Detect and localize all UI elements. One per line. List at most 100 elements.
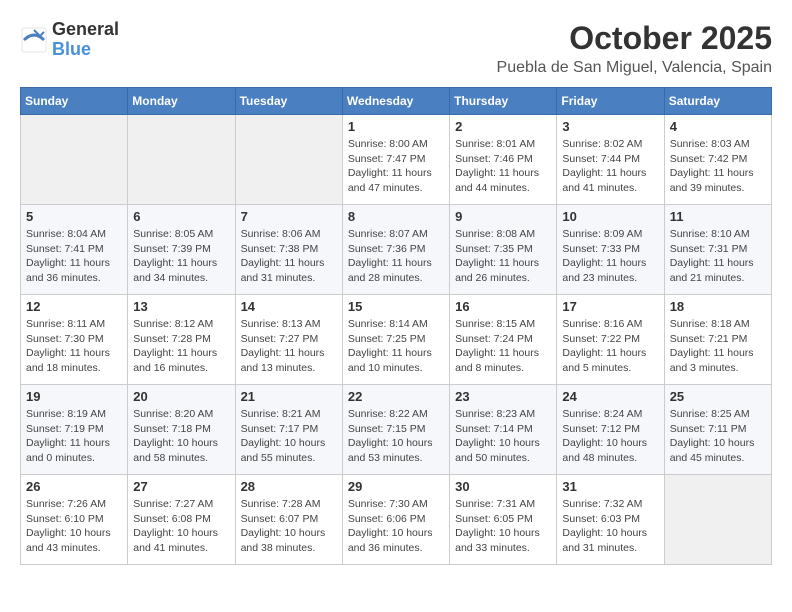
weekday-header-row: SundayMondayTuesdayWednesdayThursdayFrid… [21, 88, 772, 115]
day-number: 12 [26, 299, 122, 314]
calendar-cell: 20Sunrise: 8:20 AM Sunset: 7:18 PM Dayli… [128, 385, 235, 475]
day-info: Sunrise: 8:19 AM Sunset: 7:19 PM Dayligh… [26, 407, 122, 466]
calendar-cell: 7Sunrise: 8:06 AM Sunset: 7:38 PM Daylig… [235, 205, 342, 295]
day-number: 9 [455, 209, 551, 224]
day-number: 5 [26, 209, 122, 224]
day-info: Sunrise: 7:27 AM Sunset: 6:08 PM Dayligh… [133, 497, 229, 556]
day-info: Sunrise: 8:05 AM Sunset: 7:39 PM Dayligh… [133, 227, 229, 286]
day-info: Sunrise: 8:04 AM Sunset: 7:41 PM Dayligh… [26, 227, 122, 286]
calendar-cell: 21Sunrise: 8:21 AM Sunset: 7:17 PM Dayli… [235, 385, 342, 475]
day-number: 28 [241, 479, 337, 494]
calendar-cell: 9 Sunrise: 8:08 AM Sunset: 7:35 PM Daylig… [450, 205, 557, 295]
day-number: 10 [562, 209, 658, 224]
calendar-cell [128, 115, 235, 205]
calendar-cell: 11 Sunrise: 8:10 AM Sunset: 7:31 PM Dayli… [664, 205, 771, 295]
calendar-cell: 24 Sunrise: 8:24 AM Sunset: 7:12 PM Dayli… [557, 385, 664, 475]
day-number: 11 [670, 209, 766, 224]
day-number: 8 [348, 209, 444, 224]
day-info: Sunrise: 8:03 AM Sunset: 7:42 PM Dayligh… [670, 137, 766, 196]
calendar-cell [235, 115, 342, 205]
page-header: General Blue October 2025 Puebla de San … [20, 20, 772, 77]
day-number: 15 [348, 299, 444, 314]
week-row-2: 5 Sunrise: 8:04 AM Sunset: 7:41 PM Daylig… [21, 205, 772, 295]
weekday-header-tuesday: Tuesday [235, 88, 342, 115]
day-info: Sunrise: 8:12 AM Sunset: 7:28 PM Dayligh… [133, 317, 229, 376]
calendar-cell: 19Sunrise: 8:19 AM Sunset: 7:19 PM Dayli… [21, 385, 128, 475]
day-number: 27 [133, 479, 229, 494]
calendar-cell [664, 475, 771, 565]
day-info: Sunrise: 7:28 AM Sunset: 6:07 PM Dayligh… [241, 497, 337, 556]
calendar-cell: 14 Sunrise: 8:13 AM Sunset: 7:27 PM Dayli… [235, 295, 342, 385]
calendar-cell: 22Sunrise: 8:22 AM Sunset: 7:15 PM Dayli… [342, 385, 449, 475]
day-number: 26 [26, 479, 122, 494]
week-row-3: 12Sunrise: 8:11 AM Sunset: 7:30 PM Dayli… [21, 295, 772, 385]
day-number: 31 [562, 479, 658, 494]
calendar-cell: 8 Sunrise: 8:07 AM Sunset: 7:36 PM Daylig… [342, 205, 449, 295]
calendar-cell: 12Sunrise: 8:11 AM Sunset: 7:30 PM Dayli… [21, 295, 128, 385]
day-number: 24 [562, 389, 658, 404]
week-row-5: 26Sunrise: 7:26 AM Sunset: 6:10 PM Dayli… [21, 475, 772, 565]
calendar-cell: 29Sunrise: 7:30 AM Sunset: 6:06 PM Dayli… [342, 475, 449, 565]
day-number: 23 [455, 389, 551, 404]
day-number: 7 [241, 209, 337, 224]
calendar-cell: 17Sunrise: 8:16 AM Sunset: 7:22 PM Dayli… [557, 295, 664, 385]
day-number: 4 [670, 119, 766, 134]
calendar-cell [21, 115, 128, 205]
day-number: 2 [455, 119, 551, 134]
weekday-header-thursday: Thursday [450, 88, 557, 115]
logo-general: General [52, 20, 119, 40]
calendar-cell: 27 Sunrise: 7:27 AM Sunset: 6:08 PM Dayli… [128, 475, 235, 565]
calendar-table: SundayMondayTuesdayWednesdayThursdayFrid… [20, 87, 772, 565]
title-block: October 2025 Puebla de San Miguel, Valen… [497, 20, 772, 77]
day-info: Sunrise: 8:09 AM Sunset: 7:33 PM Dayligh… [562, 227, 658, 286]
day-info: Sunrise: 8:16 AM Sunset: 7:22 PM Dayligh… [562, 317, 658, 376]
day-number: 30 [455, 479, 551, 494]
day-number: 25 [670, 389, 766, 404]
day-info: Sunrise: 8:01 AM Sunset: 7:46 PM Dayligh… [455, 137, 551, 196]
day-number: 16 [455, 299, 551, 314]
month-title: October 2025 [497, 20, 772, 57]
week-row-4: 19Sunrise: 8:19 AM Sunset: 7:19 PM Dayli… [21, 385, 772, 475]
calendar-cell: 30 Sunrise: 7:31 AM Sunset: 6:05 PM Dayli… [450, 475, 557, 565]
calendar-cell: 18 Sunrise: 8:18 AM Sunset: 7:21 PM Dayli… [664, 295, 771, 385]
calendar-cell: 25 Sunrise: 8:25 AM Sunset: 7:11 PM Dayli… [664, 385, 771, 475]
calendar-cell: 16 Sunrise: 8:15 AM Sunset: 7:24 PM Dayli… [450, 295, 557, 385]
day-info: Sunrise: 8:18 AM Sunset: 7:21 PM Dayligh… [670, 317, 766, 376]
day-info: Sunrise: 8:02 AM Sunset: 7:44 PM Dayligh… [562, 137, 658, 196]
logo: General Blue [20, 20, 119, 60]
day-number: 20 [133, 389, 229, 404]
day-info: Sunrise: 8:23 AM Sunset: 7:14 PM Dayligh… [455, 407, 551, 466]
calendar-cell: 23 Sunrise: 8:23 AM Sunset: 7:14 PM Dayli… [450, 385, 557, 475]
day-info: Sunrise: 8:08 AM Sunset: 7:35 PM Dayligh… [455, 227, 551, 286]
day-info: Sunrise: 8:07 AM Sunset: 7:36 PM Dayligh… [348, 227, 444, 286]
calendar-cell: 2 Sunrise: 8:01 AM Sunset: 7:46 PM Daylig… [450, 115, 557, 205]
day-info: Sunrise: 7:30 AM Sunset: 6:06 PM Dayligh… [348, 497, 444, 556]
logo-text: General Blue [52, 20, 119, 60]
day-number: 1 [348, 119, 444, 134]
day-info: Sunrise: 8:13 AM Sunset: 7:27 PM Dayligh… [241, 317, 337, 376]
day-number: 18 [670, 299, 766, 314]
day-number: 3 [562, 119, 658, 134]
day-number: 13 [133, 299, 229, 314]
location: Puebla de San Miguel, Valencia, Spain [497, 59, 772, 77]
weekday-header-saturday: Saturday [664, 88, 771, 115]
day-info: Sunrise: 7:31 AM Sunset: 6:05 PM Dayligh… [455, 497, 551, 556]
week-row-1: 1 Sunrise: 8:00 AM Sunset: 7:47 PM Daylig… [21, 115, 772, 205]
calendar-cell: 31 Sunrise: 7:32 AM Sunset: 6:03 PM Dayli… [557, 475, 664, 565]
day-number: 21 [241, 389, 337, 404]
day-info: Sunrise: 8:24 AM Sunset: 7:12 PM Dayligh… [562, 407, 658, 466]
day-info: Sunrise: 8:25 AM Sunset: 7:11 PM Dayligh… [670, 407, 766, 466]
day-number: 14 [241, 299, 337, 314]
weekday-header-friday: Friday [557, 88, 664, 115]
calendar-cell: 10 Sunrise: 8:09 AM Sunset: 7:33 PM Dayli… [557, 205, 664, 295]
weekday-header-sunday: Sunday [21, 88, 128, 115]
day-info: Sunrise: 8:10 AM Sunset: 7:31 PM Dayligh… [670, 227, 766, 286]
day-info: Sunrise: 8:00 AM Sunset: 7:47 PM Dayligh… [348, 137, 444, 196]
day-number: 22 [348, 389, 444, 404]
calendar-cell: 4 Sunrise: 8:03 AM Sunset: 7:42 PM Daylig… [664, 115, 771, 205]
day-info: Sunrise: 7:32 AM Sunset: 6:03 PM Dayligh… [562, 497, 658, 556]
day-info: Sunrise: 8:15 AM Sunset: 7:24 PM Dayligh… [455, 317, 551, 376]
logo-blue: Blue [52, 40, 119, 60]
calendar-cell: 6Sunrise: 8:05 AM Sunset: 7:39 PM Daylig… [128, 205, 235, 295]
calendar-cell: 13 Sunrise: 8:12 AM Sunset: 7:28 PM Dayli… [128, 295, 235, 385]
